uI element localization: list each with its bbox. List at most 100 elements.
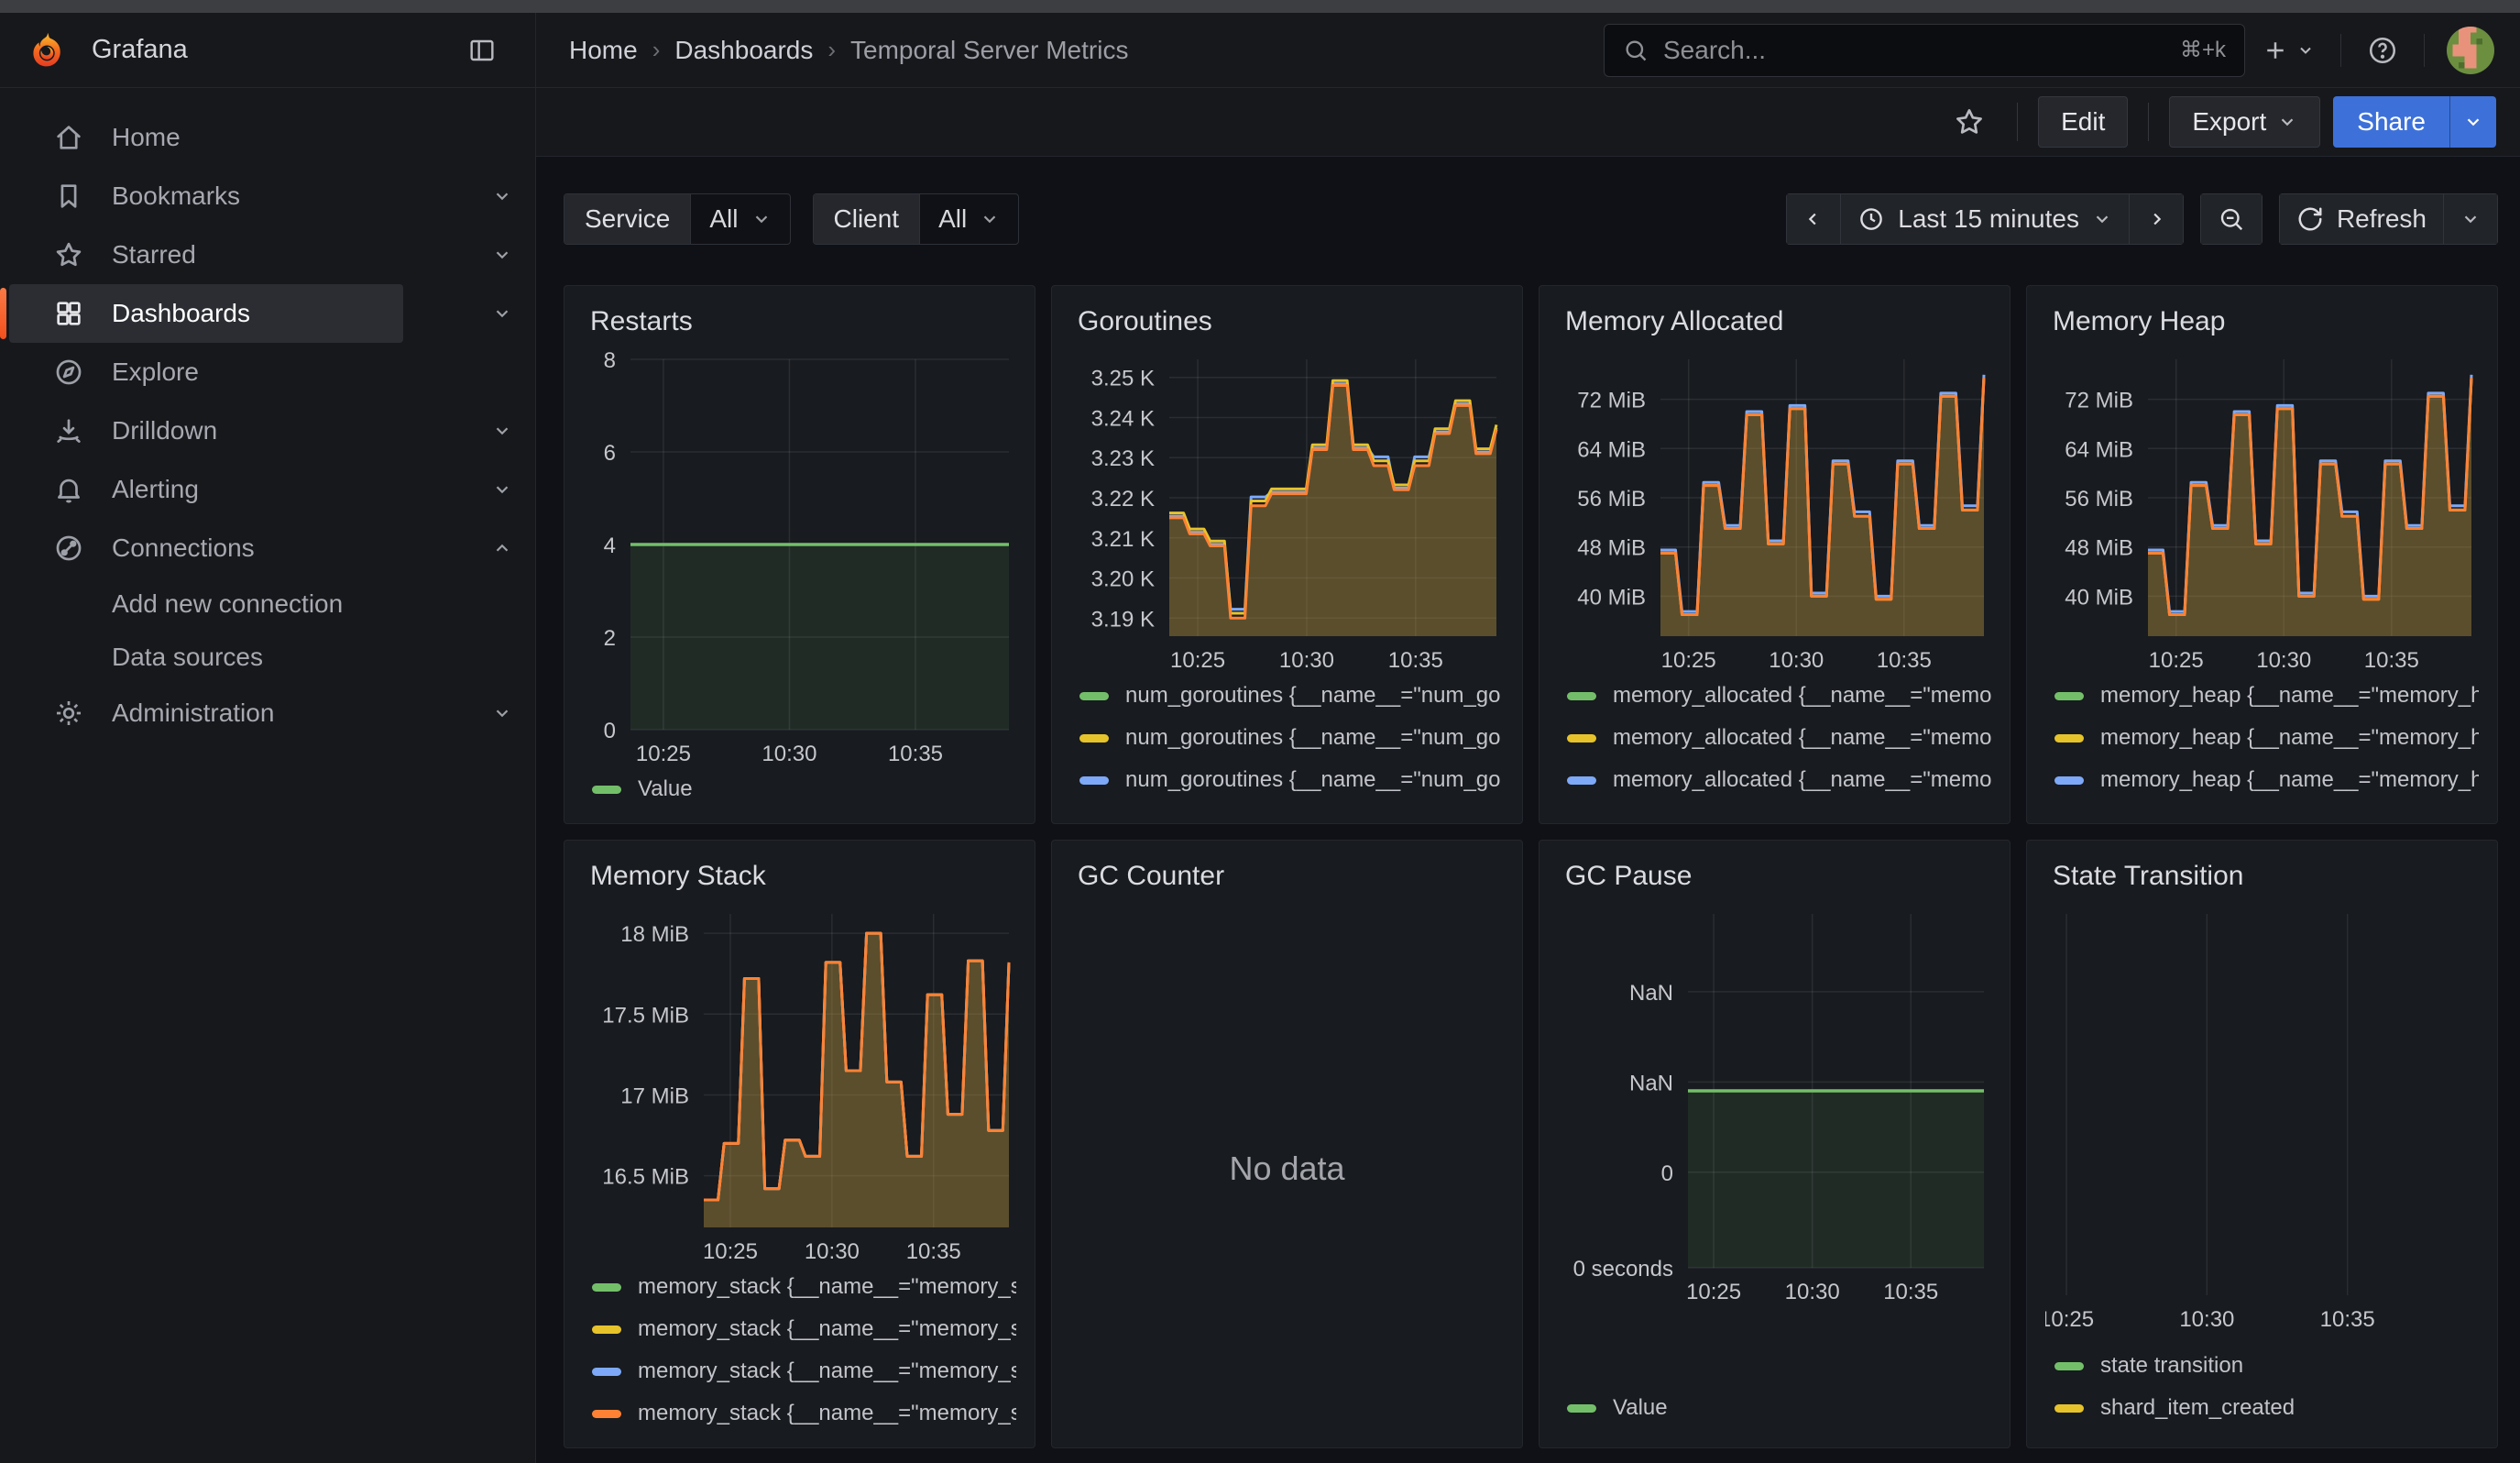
zoom-out-button[interactable] bbox=[2200, 193, 2263, 245]
sidebar-item-connections[interactable]: Connections bbox=[0, 519, 535, 578]
grafana-logo-icon[interactable] bbox=[27, 30, 68, 71]
svg-text:0 seconds: 0 seconds bbox=[1573, 1257, 1673, 1282]
service-filter-value[interactable]: All bbox=[690, 194, 789, 244]
legend-item[interactable]: memory_heap {__name__="memory_h bbox=[2045, 801, 2479, 810]
svg-text:17.5 MiB: 17.5 MiB bbox=[602, 1003, 689, 1028]
refresh-interval-chevron[interactable] bbox=[2444, 193, 2498, 245]
legend-item[interactable]: memory_stack {__name__="memory_s bbox=[583, 1308, 1016, 1350]
chevron-up-icon[interactable] bbox=[469, 519, 535, 578]
legend-item[interactable]: memory_stack {__name__="memory_s bbox=[583, 1266, 1016, 1308]
refresh-button[interactable]: Refresh bbox=[2279, 193, 2444, 245]
legend-item[interactable]: Value bbox=[1558, 1387, 1991, 1429]
legend-item[interactable]: shard_item_created bbox=[2045, 1387, 2479, 1429]
time-shift-back-button[interactable] bbox=[1786, 193, 1841, 245]
sidebar-item-alerting[interactable]: Alerting bbox=[0, 460, 535, 519]
export-button[interactable]: Export bbox=[2169, 96, 2320, 148]
search-box[interactable]: ⌘+k bbox=[1604, 24, 2245, 77]
add-button[interactable] bbox=[2245, 24, 2331, 77]
panel-memory-allocated[interactable]: Memory Allocated 40 MiB48 MiB56 MiB64 Mi… bbox=[1539, 285, 2011, 824]
svg-text:64 MiB: 64 MiB bbox=[1577, 437, 1646, 462]
svg-text:16.5 MiB: 16.5 MiB bbox=[602, 1165, 689, 1190]
legend-item[interactable]: memory_stack {__name__="memory_s bbox=[583, 1350, 1016, 1392]
svg-text:8: 8 bbox=[604, 348, 616, 373]
chevron-down-icon[interactable] bbox=[469, 167, 535, 226]
top-nav: Grafana Home › Dashboards › Temporal Ser… bbox=[0, 13, 2520, 88]
panel-gc-counter[interactable]: GC Counter No data bbox=[1051, 840, 1523, 1448]
panel-title: State Transition bbox=[2045, 853, 2479, 903]
panel-goroutines[interactable]: Goroutines 3.19 K3.20 K3.21 K3.22 K3.23 … bbox=[1051, 285, 1523, 824]
panel-gc-pause[interactable]: GC Pause NaNNaN00 seconds10:2510:3010:35… bbox=[1539, 840, 2011, 1448]
panel-memory-stack[interactable]: Memory Stack 16.5 MiB17 MiB17.5 MiB18 Mi… bbox=[564, 840, 1035, 1448]
service-filter: Service All bbox=[564, 193, 791, 245]
legend-item[interactable]: Value bbox=[583, 768, 1016, 810]
dashboards-grid-icon bbox=[53, 298, 84, 329]
collapse-sidebar-icon[interactable] bbox=[451, 24, 513, 77]
chart-memory-allocated[interactable]: 40 MiB48 MiB56 MiB64 MiB72 MiB10:2510:30… bbox=[1558, 348, 1991, 675]
chart-gc-pause[interactable]: NaNNaN00 seconds10:2510:3010:35 bbox=[1558, 903, 1991, 1306]
panel-restarts[interactable]: Restarts 0246810:2510:3010:35 Value bbox=[564, 285, 1035, 824]
sidebar-item-add-new-connection[interactable]: Add new connection bbox=[0, 578, 535, 631]
sidebar-item-administration[interactable]: Administration bbox=[0, 684, 535, 742]
legend-item[interactable]: state transition bbox=[2045, 1345, 2479, 1387]
legend-color-swatch bbox=[2054, 692, 2084, 700]
sidebar-item-label: Data sources bbox=[112, 643, 263, 672]
legend-item[interactable]: num_goroutines {__name__="num_go bbox=[1070, 675, 1504, 717]
sidebar-item-explore[interactable]: Explore bbox=[0, 343, 535, 402]
share-button[interactable]: Share bbox=[2333, 96, 2496, 148]
time-range-picker[interactable]: Last 15 minutes bbox=[1841, 193, 2130, 245]
legend-item[interactable]: memory_allocated {__name__="memo bbox=[1558, 675, 1991, 717]
sidebar-item-label: Administration bbox=[112, 698, 274, 728]
panel-memory-heap[interactable]: Memory Heap 40 MiB48 MiB56 MiB64 MiB72 M… bbox=[2026, 285, 2498, 824]
svg-text:10:25: 10:25 bbox=[703, 1239, 758, 1264]
breadcrumb: Home › Dashboards › Temporal Server Metr… bbox=[536, 36, 1604, 65]
legend-item[interactable]: memory_heap {__name__="memory_h bbox=[2045, 675, 2479, 717]
sidebar-item-home[interactable]: Home bbox=[0, 108, 535, 167]
chevron-down-icon[interactable] bbox=[469, 226, 535, 284]
legend: num_goroutines {__name__="num_go num_gor… bbox=[1070, 675, 1504, 810]
chart-memory-stack[interactable]: 16.5 MiB17 MiB17.5 MiB18 MiB10:2510:3010… bbox=[583, 903, 1016, 1266]
breadcrumb-home[interactable]: Home bbox=[569, 36, 638, 65]
sidebar: Home Bookmarks Starred Dashboards Explor… bbox=[0, 88, 536, 1463]
legend-item[interactable]: num_goroutines {__name__="num_go bbox=[1070, 717, 1504, 759]
divider bbox=[2017, 103, 2018, 141]
panel-state-transition[interactable]: State Transition 10:2510:3010:35 state t… bbox=[2026, 840, 2498, 1448]
svg-text:64 MiB: 64 MiB bbox=[2065, 437, 2133, 462]
breadcrumb-current: Temporal Server Metrics bbox=[850, 36, 1128, 65]
legend-item[interactable]: num_goroutines {__name__="num_go bbox=[1070, 801, 1504, 810]
search-input[interactable] bbox=[1663, 36, 2165, 65]
svg-text:6: 6 bbox=[604, 441, 616, 466]
nav-right: ⌘+k bbox=[1604, 24, 2520, 77]
svg-text:10:30: 10:30 bbox=[805, 1239, 860, 1264]
chevron-down-icon[interactable] bbox=[469, 284, 535, 343]
chart-goroutines[interactable]: 3.19 K3.20 K3.21 K3.22 K3.23 K3.24 K3.25… bbox=[1070, 348, 1504, 675]
legend-item[interactable]: memory_stack {__name__="memory_s bbox=[583, 1392, 1016, 1435]
share-menu-chevron[interactable] bbox=[2449, 96, 2496, 148]
help-icon[interactable] bbox=[2350, 24, 2415, 77]
breadcrumb-dashboards[interactable]: Dashboards bbox=[674, 36, 813, 65]
chevron-down-icon[interactable] bbox=[469, 402, 535, 460]
chart-state-transition[interactable]: 10:2510:3010:35 bbox=[2045, 903, 2479, 1334]
chevron-down-icon[interactable] bbox=[469, 460, 535, 519]
sidebar-item-bookmarks[interactable]: Bookmarks bbox=[0, 167, 535, 226]
avatar[interactable] bbox=[2447, 27, 2494, 74]
sidebar-item-data-sources[interactable]: Data sources bbox=[0, 631, 535, 684]
legend-item[interactable]: memory_allocated {__name__="memo bbox=[1558, 759, 1991, 801]
legend-item[interactable]: memory_heap {__name__="memory_h bbox=[2045, 717, 2479, 759]
client-filter-value[interactable]: All bbox=[919, 194, 1018, 244]
time-shift-forward-button[interactable] bbox=[2130, 193, 2184, 245]
sidebar-item-starred[interactable]: Starred bbox=[0, 226, 535, 284]
edit-button[interactable]: Edit bbox=[2038, 96, 2128, 148]
legend-item[interactable]: memory_heap {__name__="memory_h bbox=[2045, 759, 2479, 801]
svg-text:10:25: 10:25 bbox=[636, 742, 691, 766]
legend-color-swatch bbox=[1079, 692, 1109, 700]
legend-item[interactable]: num_goroutines {__name__="num_go bbox=[1070, 759, 1504, 801]
legend-item[interactable]: memory_allocated {__name__="memo bbox=[1558, 717, 1991, 759]
sidebar-item-dashboards[interactable]: Dashboards bbox=[0, 284, 535, 343]
chart-restarts[interactable]: 0246810:2510:3010:35 bbox=[583, 348, 1016, 768]
favorite-star-button[interactable] bbox=[1942, 96, 1997, 148]
chevron-down-icon[interactable] bbox=[469, 684, 535, 742]
svg-text:10:30: 10:30 bbox=[1769, 648, 1824, 673]
chart-memory-heap[interactable]: 40 MiB48 MiB56 MiB64 MiB72 MiB10:2510:30… bbox=[2045, 348, 2479, 675]
sidebar-item-drilldown[interactable]: Drilldown bbox=[0, 402, 535, 460]
legend-item[interactable]: memory_allocated {__name__="memo bbox=[1558, 801, 1991, 810]
